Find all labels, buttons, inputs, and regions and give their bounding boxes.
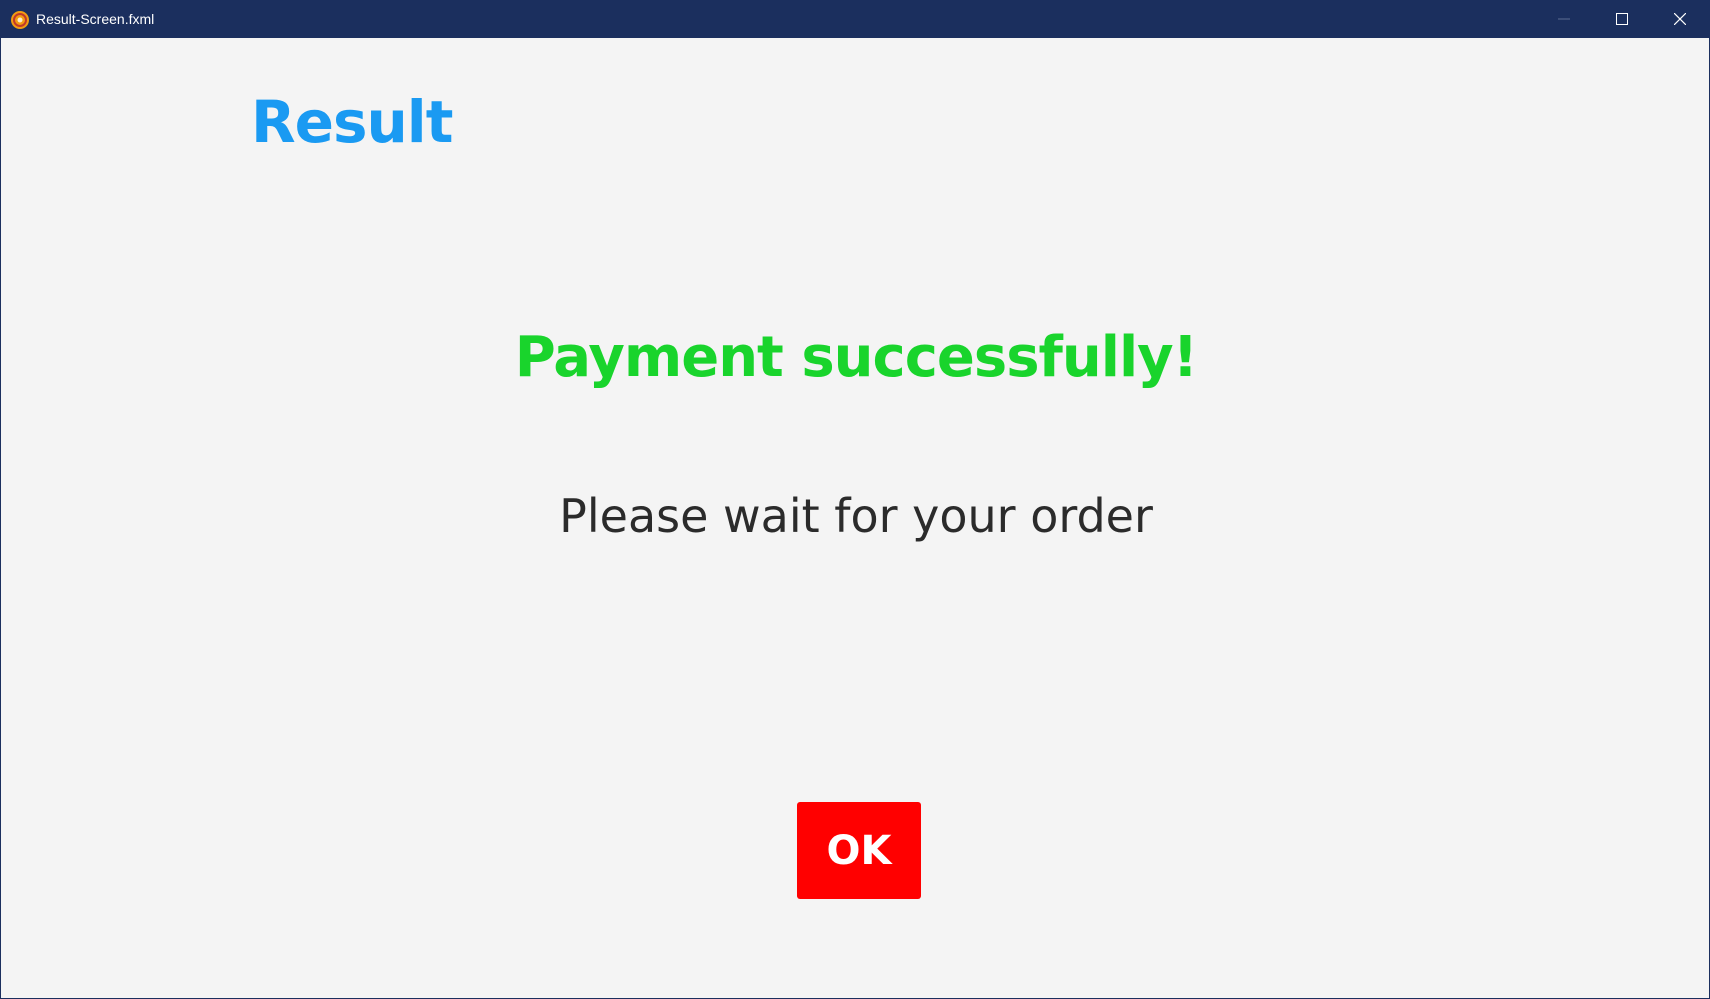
window-title: Result-Screen.fxml: [36, 11, 155, 27]
title-bar[interactable]: Result-Screen.fxml: [1, 1, 1709, 38]
result-screen: Result Payment successfully! Please wait…: [1, 38, 1709, 999]
minimize-button[interactable]: [1535, 1, 1593, 38]
page-title: Result: [251, 88, 453, 156]
wait-message: Please wait for your order: [559, 489, 1153, 543]
close-button[interactable]: [1651, 1, 1709, 38]
ok-button[interactable]: OK: [797, 802, 921, 899]
maximize-button[interactable]: [1593, 1, 1651, 38]
close-icon: [1673, 10, 1687, 29]
maximize-icon: [1616, 10, 1628, 29]
app-icon: [10, 10, 30, 30]
app-window: Result-Screen.fxml Result Payment succes…: [0, 0, 1710, 999]
success-message: Payment successfully!: [514, 325, 1198, 390]
minimize-icon: [1558, 10, 1570, 29]
